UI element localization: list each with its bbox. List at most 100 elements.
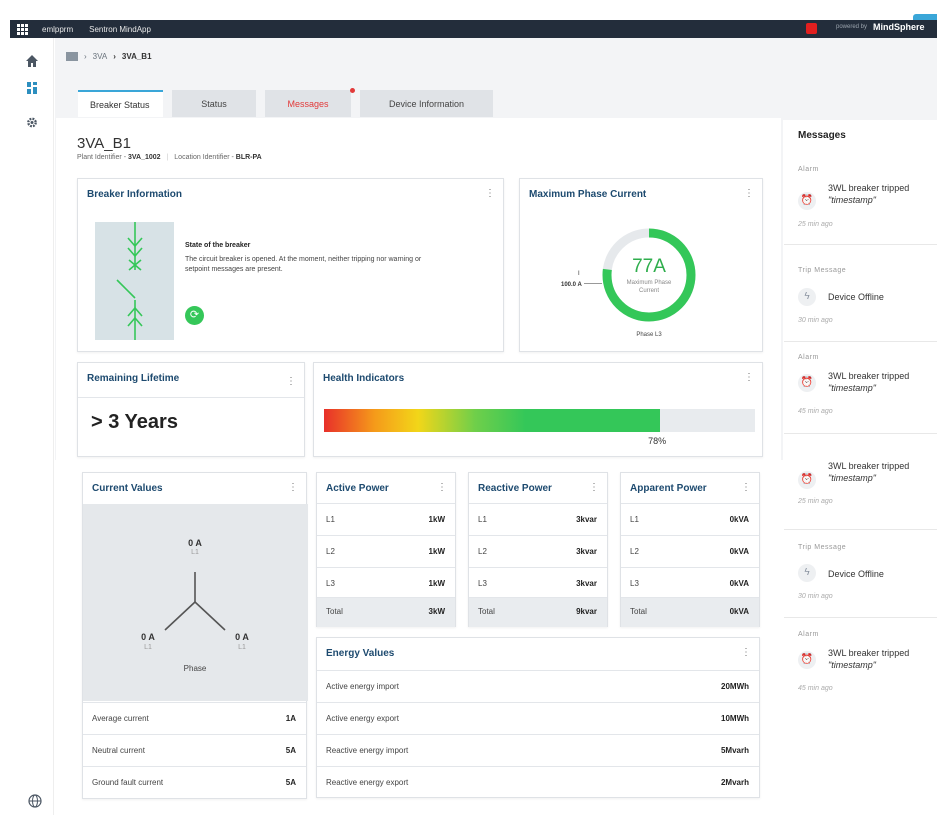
health-bar [324,409,755,432]
table-row: L2 0kVA [621,535,759,567]
home-icon[interactable] [23,54,41,68]
more-options-icon[interactable]: ⋮ [485,188,495,199]
table-row: L3 1kW [317,567,455,599]
more-options-icon[interactable]: ⋮ [744,188,754,199]
tenant-name: emlpprm [42,24,74,34]
current-limit: 100.0 A [561,282,582,288]
breadcrumb-current: 3VA_B1 [121,52,152,61]
top-bar: emlpprm Sentron MindApp powered by MindS… [0,0,937,38]
tab-device-information[interactable]: Device Information [360,90,493,117]
table-row: L3 3kvar [469,567,607,599]
card-title: Apparent Power [630,483,707,494]
powered-by-label: powered by [836,24,868,30]
more-options-icon[interactable]: ⋮ [741,647,751,658]
more-options-icon[interactable]: ⋮ [437,482,447,493]
phase-top-value: 0 A [188,538,202,548]
current-i-label: I [578,271,580,277]
phase-diagram: 0 A L1 0 A L1 0 A L1 Phase [83,504,308,701]
breaker-schematic [95,222,174,340]
more-options-icon[interactable]: ⋮ [741,482,751,493]
table-row: Active energy export 10MWh [317,702,759,734]
alert-dot [350,88,355,93]
message-item[interactable]: Trip Message ϟ Device Offline 30 min ago [784,530,937,618]
tab-label: Breaker Status [90,99,150,110]
alarm-clock-icon: ⏰ [798,192,816,210]
table-row: Average current 1A [83,702,306,734]
message-item[interactable]: Alarm ⏰ 3WL breaker tripped "timestamp" 4… [784,342,937,434]
notification-indicator[interactable] [806,23,817,34]
total-row: Total 0kVA [621,597,759,627]
table-row: Ground fault current 5A [83,766,306,798]
card-title: Active Power [326,483,389,494]
breadcrumb-home-icon[interactable] [66,52,78,61]
table-row: Active energy import 20MWh [317,670,759,702]
breadcrumb: › 3VA › 3VA_B1 [66,52,152,61]
energy-values-card: Energy Values ⋮ Active energy import 20MW… [316,637,760,798]
alarm-clock-icon: ⏰ [798,471,816,489]
alarm-clock-icon: ⏰ [798,651,816,669]
tab-breaker-status[interactable]: Breaker Status [78,90,163,117]
apps-grid-icon[interactable] [14,21,30,37]
refresh-icon[interactable]: ⟳ [185,306,204,325]
table-row: L3 0kVA [621,567,759,599]
total-row: Total 3kW [317,597,455,627]
reactive-power-card: Reactive Power ⋮ L1 3kvar L2 3kvar L3 3kvar… [468,472,608,627]
remaining-lifetime-card: Remaining Lifetime ⋮ > 3 Years [77,362,305,457]
table-row: L1 3kvar [469,503,607,535]
maximum-phase-current-card: Maximum Phase Current ⋮ 77A Maximum Phas… [519,178,763,352]
card-title: Breaker Information [87,189,183,200]
apparent-power-card: Apparent Power ⋮ L1 0kVA L2 0kVA L3 0kVA To… [620,472,760,627]
table-row: L1 1kW [317,503,455,535]
total-row: Total 9kvar [469,597,607,627]
breaker-state-description: The circuit breaker is opened. At the mo… [185,256,422,273]
card-title: Remaining Lifetime [87,373,180,384]
card-title: Reactive Power [478,483,552,494]
tab-status[interactable]: Status [172,90,256,117]
more-options-icon[interactable]: ⋮ [288,482,298,493]
table-row: L1 0kVA [621,503,759,535]
limit-marker [584,283,602,284]
gear-icon[interactable] [23,116,41,129]
phase-top-label: L1 [191,549,199,556]
health-percent: 78% [648,436,667,446]
tab-label: Messages [287,98,329,109]
lightning-icon: ϟ [798,564,816,582]
phase-right-label: L1 [238,644,246,651]
card-title: Maximum Phase Current [529,189,647,200]
more-options-icon[interactable]: ⋮ [286,376,296,387]
message-item[interactable]: Trip Message ϟ Device Offline 30 min ago [784,256,937,342]
message-item[interactable]: Alarm ⏰ 3WL breaker tripped "timestamp" 2… [784,153,937,245]
phase-left-label: L1 [144,644,152,651]
more-options-icon[interactable]: ⋮ [589,482,599,493]
globe-icon[interactable] [28,794,42,808]
card-title: Current Values [92,483,163,494]
breadcrumb-parent[interactable]: 3VA [93,52,108,61]
app-name[interactable]: Sentron MindApp [89,25,151,34]
lifetime-value: > 3 Years [91,411,178,433]
active-power-card: Active Power ⋮ L1 1kW L2 1kW L3 1kW Total 3k… [316,472,456,627]
lightning-icon: ϟ [798,288,816,306]
dashboard-icon[interactable] [23,81,41,95]
tab-label: Device Information [388,98,465,109]
page-title: 3VA_B1 [77,135,131,152]
table-row: Reactive energy import 5Mvarh [317,734,759,766]
more-options-icon[interactable]: ⋮ [744,372,754,383]
tab-messages[interactable]: Messages [265,88,355,117]
health-bar-fill [324,409,661,432]
breaker-information-card: Breaker Information ⋮ State of the break… [77,178,504,352]
plant-identifier: 3VA_1002 [127,154,161,161]
message-item[interactable]: Alarm ⏰ 3WL breaker tripped "timestamp" 4… [784,618,937,706]
health-indicators-card: Health Indicators ⋮ 78% [313,362,763,457]
card-title: Health Indicators [323,373,405,384]
tab-bar: Breaker Status Status Messages Device In… [78,88,493,117]
phase-left-value: 0 A [141,632,155,642]
side-nav [10,38,54,815]
message-item[interactable]: ⏰ 3WL breaker tripped "timestamp" 25 min … [784,452,937,530]
location-identifier: BLR-PA [235,154,262,161]
table-row: L2 3kvar [469,535,607,567]
device-identifiers: Plant Identifier - 3VA_1002 | Location I… [77,154,262,161]
tab-label: Status [201,98,227,109]
phase-right-value: 0 A [235,632,249,642]
messages-title: Messages [798,130,846,141]
user-tab[interactable] [913,14,937,20]
